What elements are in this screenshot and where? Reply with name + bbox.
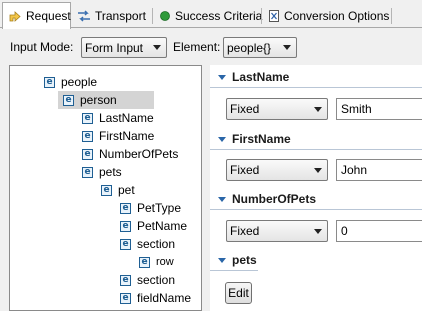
mode-value: Fixed: [230, 224, 260, 238]
input-mode-dropdown[interactable]: Form Input: [81, 37, 167, 58]
element-icon: e: [120, 274, 131, 286]
tree-node-section[interactable]: e section: [120, 271, 175, 289]
tree-node-lastname[interactable]: e LastName: [82, 109, 154, 127]
tree-node-label: fieldName: [137, 291, 192, 305]
tree-node-label: section: [137, 237, 176, 251]
tree-node-person[interactable]: e person: [58, 91, 154, 109]
section-title: FirstName: [232, 132, 291, 146]
element-tree[interactable]: e people e person e LastName e FirstName…: [9, 65, 202, 311]
tab-separator: [391, 8, 392, 24]
tab-success-criteria[interactable]: Success Criteria: [154, 3, 263, 28]
lastname-mode-dropdown[interactable]: Fixed: [226, 98, 328, 120]
input-mode-value: Form Input: [85, 40, 144, 55]
element-icon: e: [82, 148, 93, 160]
element-icon: e: [101, 184, 112, 196]
element-icon: e: [139, 256, 150, 268]
element-icon: e: [82, 166, 93, 178]
element-label: Element:: [173, 40, 221, 54]
tree-node-label: section: [137, 273, 176, 287]
green-dot-icon: [159, 10, 171, 22]
tab-conversion-options-label: Conversion Options: [284, 8, 390, 23]
tab-success-criteria-label: Success Criteria: [175, 8, 263, 23]
transport-icon: [77, 9, 91, 23]
section-firstname[interactable]: FirstName: [210, 129, 422, 149]
element-icon: e: [44, 76, 55, 88]
numberofpets-mode-dropdown[interactable]: Fixed: [226, 220, 328, 242]
tree-node-fieldname[interactable]: e fieldName: [120, 289, 191, 307]
tree-node-people[interactable]: e people: [44, 73, 97, 91]
tab-request[interactable]: Request: [2, 2, 71, 29]
tab-transport[interactable]: Transport: [72, 3, 152, 28]
input-mode-row: Input Mode: Form Input Element: people{}: [0, 29, 422, 61]
tab-bar: Request Transport Success Criteria Conve…: [0, 0, 422, 29]
tree-node-label: PetName: [137, 219, 188, 233]
element-icon: e: [82, 112, 93, 124]
tree-node-label: row: [156, 256, 174, 268]
section-lastname[interactable]: LastName: [210, 67, 422, 87]
chevron-down-icon: [314, 229, 322, 234]
tab-transport-label: Transport: [95, 8, 146, 23]
section-divider: [210, 270, 258, 271]
tree-node-numberofpets[interactable]: e NumberOfPets: [82, 145, 178, 163]
chevron-down-icon: [314, 107, 322, 112]
chevron-down-icon: [153, 45, 161, 50]
lastname-input[interactable]: Smith: [336, 98, 422, 120]
chevron-down-icon: [314, 168, 322, 173]
element-icon: e: [63, 94, 74, 106]
tree-node-label: people: [61, 75, 98, 89]
element-icon: e: [82, 130, 93, 142]
tree-node-pets[interactable]: e pets: [82, 163, 122, 181]
tree-node-label: FirstName: [99, 129, 155, 143]
section-divider: [210, 149, 422, 150]
element-icon: e: [120, 202, 131, 214]
input-value: 0: [341, 224, 348, 238]
tree-node-label: LastName: [99, 111, 154, 125]
section-numberofpets[interactable]: NumberOfPets: [210, 189, 422, 209]
request-arrow-icon: [8, 9, 22, 23]
firstname-mode-dropdown[interactable]: Fixed: [226, 159, 328, 181]
element-icon: e: [120, 238, 131, 250]
section-pets[interactable]: pets: [210, 250, 422, 270]
tree-node-row[interactable]: e row: [139, 253, 174, 271]
mode-value: Fixed: [230, 163, 260, 177]
section-divider: [210, 87, 422, 88]
chevron-down-icon: [283, 45, 291, 50]
tree-node-label: person: [80, 93, 117, 107]
tree-node-pettype[interactable]: e PetType: [120, 199, 181, 217]
element-icon: e: [120, 220, 131, 232]
edit-button[interactable]: Edit: [225, 282, 252, 304]
section-title: LastName: [232, 70, 290, 84]
section-title: NumberOfPets: [232, 192, 317, 206]
numberofpets-input[interactable]: 0: [336, 220, 422, 242]
collapse-triangle-icon: [218, 74, 226, 80]
tree-node-label: NumberOfPets: [99, 147, 179, 161]
tab-separator: [261, 8, 262, 24]
input-value: John: [341, 163, 368, 177]
element-icon: e: [120, 292, 131, 304]
tree-node-label: pets: [99, 165, 122, 179]
form-panel: LastName Fixed Smith FirstName Fixed Joh…: [210, 65, 422, 311]
collapse-triangle-icon: [218, 136, 226, 142]
section-title: pets: [232, 253, 257, 267]
collapse-triangle-icon: [218, 257, 226, 263]
element-dropdown[interactable]: people{}: [223, 37, 297, 58]
firstname-input[interactable]: John: [336, 159, 422, 181]
tree-node-petname[interactable]: e PetName: [120, 217, 187, 235]
element-value: people{}: [227, 40, 272, 55]
mode-value: Fixed: [230, 102, 260, 116]
tab-conversion-options[interactable]: Conversion Options: [263, 3, 391, 28]
tab-request-label: Request: [26, 9, 71, 23]
tree-node-section[interactable]: e section: [120, 235, 175, 253]
tree-node-pet[interactable]: e pet: [101, 181, 135, 199]
input-value: Smith: [341, 102, 372, 116]
tree-node-firstname[interactable]: e FirstName: [82, 127, 154, 145]
tab-separator: [152, 8, 153, 24]
section-divider: [210, 209, 422, 210]
input-mode-label: Input Mode:: [10, 40, 74, 54]
tree-node-label: pet: [118, 183, 135, 197]
tree-node-label: PetType: [137, 201, 182, 215]
conversion-icon: [268, 9, 280, 23]
collapse-triangle-icon: [218, 196, 226, 202]
